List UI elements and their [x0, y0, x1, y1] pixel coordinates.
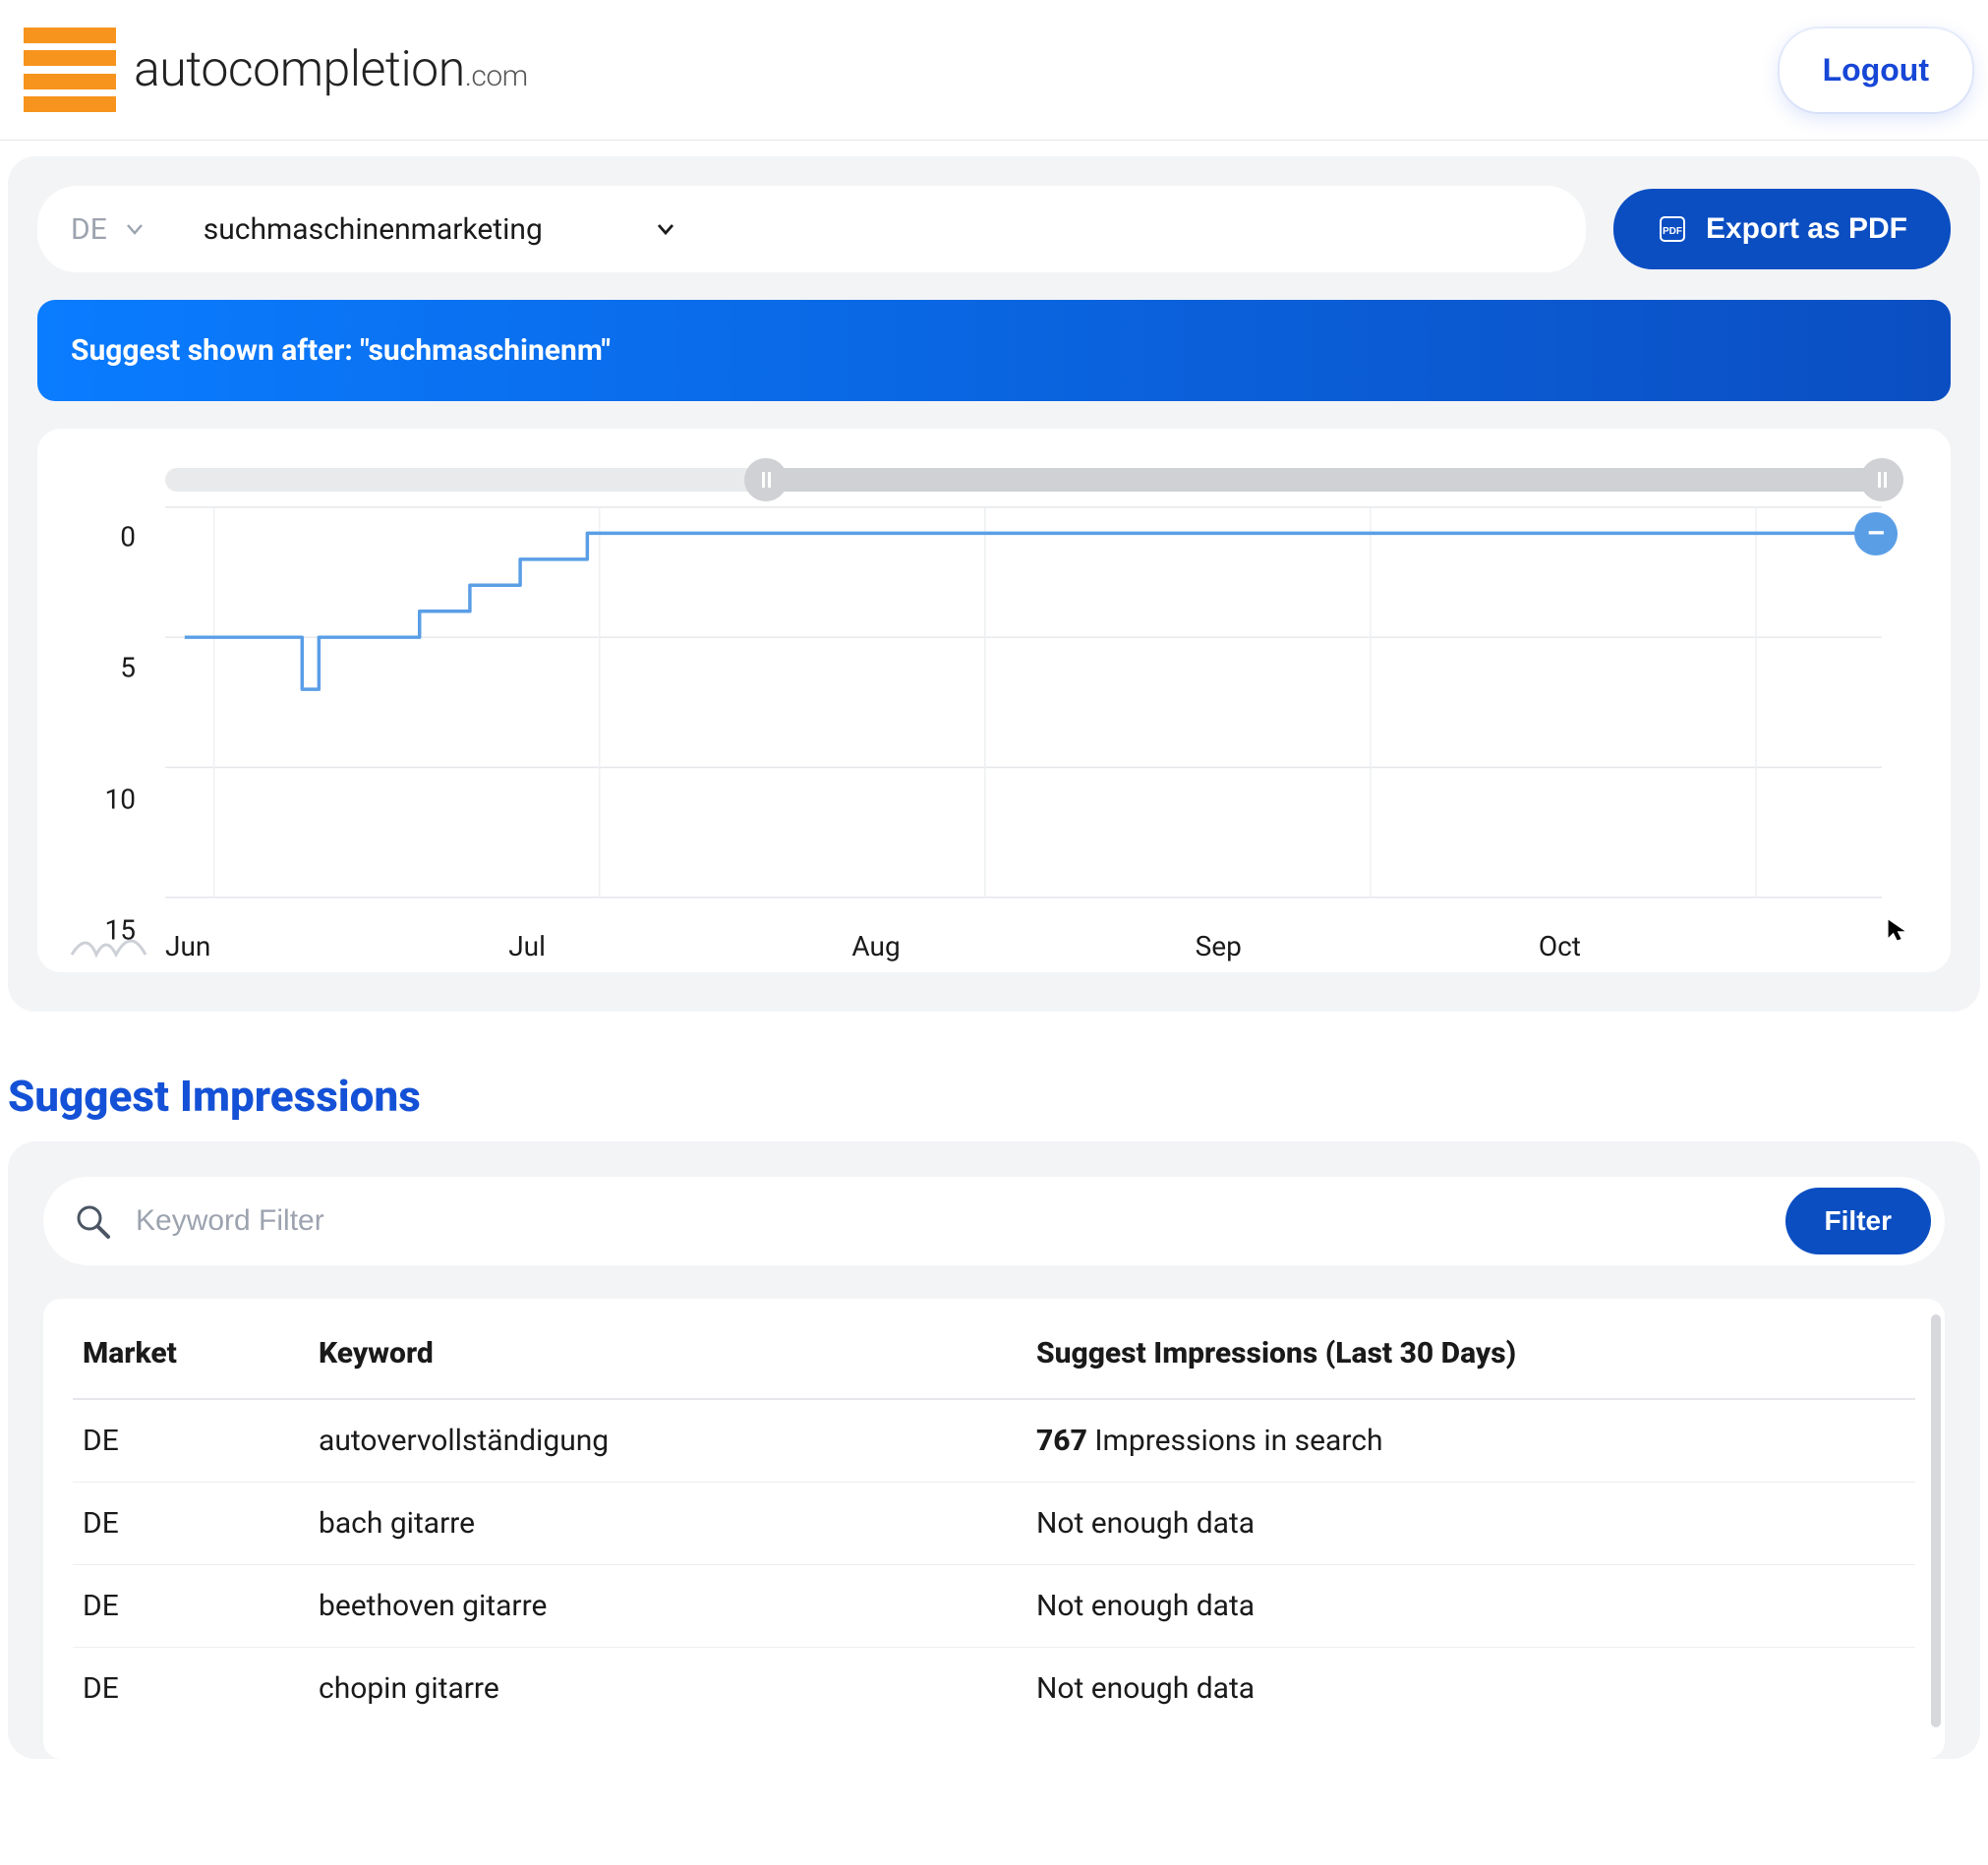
table-row[interactable]: DEbach gitarreNot enough data [73, 1483, 1915, 1565]
suggest-banner: Suggest shown after: "suchmaschinenm" [37, 300, 1951, 401]
table-row[interactable]: DEbeethoven gitarreNot enough data [73, 1565, 1915, 1648]
filter-row: Filter [43, 1177, 1945, 1265]
x-tick: Jun [165, 930, 508, 962]
chart-watermark-icon [67, 923, 155, 962]
banner-text: Suggest shown after: "suchmaschinenm" [71, 333, 611, 368]
chart-end-knob[interactable]: – [1854, 512, 1898, 555]
table-row[interactable]: DEchopin gitarreNot enough data [73, 1648, 1915, 1730]
chevron-down-icon [125, 219, 145, 239]
topbar: autocompletion.com Logout [0, 0, 1988, 141]
pdf-icon: PDF [1657, 213, 1688, 245]
selectors: DE suchmaschinenmarketing [37, 186, 1586, 272]
th-impressions[interactable]: Suggest Impressions (Last 30 Days) [1026, 1309, 1915, 1399]
svg-text:PDF: PDF [1663, 226, 1682, 237]
cell-impressions: Not enough data [1026, 1648, 1915, 1730]
th-market[interactable]: Market [73, 1309, 309, 1399]
filter-button[interactable]: Filter [1785, 1188, 1931, 1254]
y-tick: 0 [77, 521, 136, 554]
slider-handle-end[interactable] [1860, 458, 1903, 501]
y-tick: 10 [77, 783, 136, 815]
chart-card: 051015 – JunJulAugSepOct [37, 429, 1951, 972]
x-tick: Oct [1539, 930, 1882, 962]
logo-bars-icon [24, 24, 116, 116]
brand-name: autocompletion [134, 41, 465, 98]
x-tick: Aug [851, 930, 1195, 962]
cell-market: DE [73, 1483, 309, 1565]
cell-keyword: beethoven gitarre [309, 1565, 1026, 1648]
region-value: DE [71, 212, 107, 247]
export-pdf-button[interactable]: PDF Export as PDF [1613, 189, 1951, 269]
cell-keyword: chopin gitarre [309, 1648, 1026, 1730]
x-tick: Jul [508, 930, 851, 962]
chevron-down-icon [656, 219, 675, 239]
cell-impressions: Not enough data [1026, 1565, 1915, 1648]
impressions-table: Market Keyword Suggest Impressions (Last… [73, 1309, 1915, 1729]
th-keyword[interactable]: Keyword [309, 1309, 1026, 1399]
keyword-filter-input[interactable] [136, 1204, 1762, 1238]
x-tick: Sep [1196, 930, 1539, 962]
keyword-value: suchmaschinenmarketing [204, 212, 543, 247]
cell-impressions: Not enough data [1026, 1483, 1915, 1565]
y-axis-ticks: 051015 [77, 497, 136, 920]
export-label: Export as PDF [1706, 212, 1907, 246]
range-slider[interactable] [165, 468, 1882, 492]
chart-area[interactable]: – [165, 497, 1882, 920]
slider-handle-start[interactable] [744, 458, 788, 501]
cell-market: DE [73, 1648, 309, 1730]
y-tick: 5 [77, 652, 136, 684]
scrollbar[interactable] [1931, 1314, 1941, 1727]
main-panel: DE suchmaschinenmarketing PDF Export as … [8, 156, 1980, 1012]
impressions-panel: Filter Market Keyword Suggest Impression… [8, 1141, 1980, 1759]
impressions-table-card: Market Keyword Suggest Impressions (Last… [43, 1299, 1945, 1759]
cell-market: DE [73, 1399, 309, 1483]
brand-tld: .com [465, 59, 528, 93]
logout-button[interactable]: Logout [1780, 29, 1972, 112]
cursor-icon [1886, 917, 1911, 943]
cell-keyword: bach gitarre [309, 1483, 1026, 1565]
x-axis-ticks: JunJulAugSepOct [165, 930, 1882, 962]
cell-market: DE [73, 1565, 309, 1648]
slider-fill [766, 468, 1882, 492]
controls-row: DE suchmaschinenmarketing PDF Export as … [37, 186, 1951, 272]
keyword-select[interactable]: suchmaschinenmarketing [204, 212, 675, 247]
brand-logo[interactable]: autocompletion.com [24, 24, 528, 116]
cell-keyword: autovervollständigung [309, 1399, 1026, 1483]
table-row[interactable]: DEautovervollständigung767 Impressions i… [73, 1399, 1915, 1483]
cell-impressions: 767 Impressions in search [1026, 1399, 1915, 1483]
region-select[interactable]: DE [71, 212, 174, 247]
section-title: Suggest Impressions [8, 1071, 1980, 1122]
search-icon [73, 1201, 112, 1241]
